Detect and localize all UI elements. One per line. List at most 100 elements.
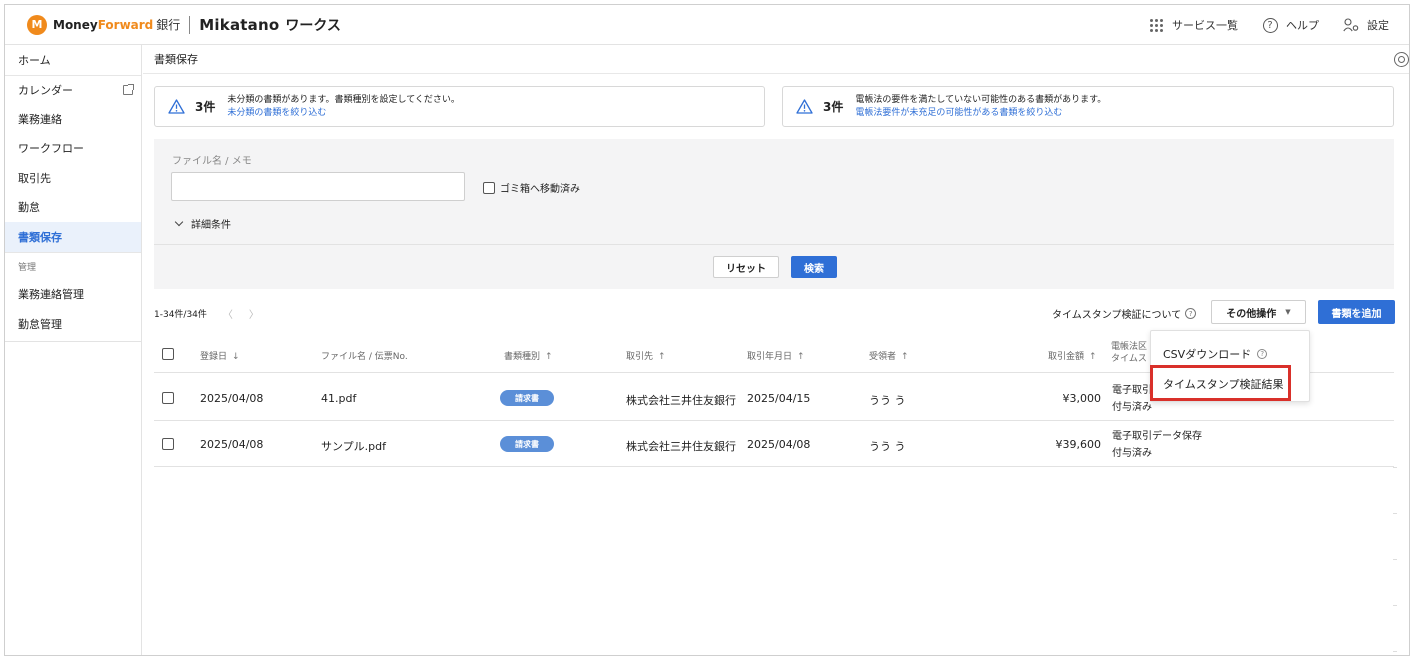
column-doc-type[interactable]: 書類種別 ↑ bbox=[504, 349, 553, 362]
sidebar-item-label: 取引先 bbox=[18, 171, 51, 185]
other-actions-button[interactable]: その他操作 ▼ bbox=[1211, 300, 1306, 324]
menu-item-label: CSVダウンロード bbox=[1163, 348, 1252, 361]
money-forward-logo-icon: M bbox=[27, 14, 47, 35]
row-checkbox[interactable] bbox=[162, 438, 174, 450]
cell-timestamp-status: 付与済み bbox=[1112, 402, 1152, 413]
sort-down-icon: ↓ bbox=[232, 352, 240, 362]
column-label: 取引金額 bbox=[1048, 352, 1085, 362]
cell-amount: ¥3,000 bbox=[1062, 392, 1102, 405]
sidebar-item-label: カレンダー bbox=[18, 83, 73, 97]
column-trade-date[interactable]: 取引年月日 ↑ bbox=[747, 349, 805, 362]
cell-ebook-law: 電子取引データ保存 付与済み bbox=[1112, 428, 1202, 462]
alert-count: 3件 bbox=[195, 100, 216, 114]
sidebar-item-home[interactable]: ホーム bbox=[5, 45, 141, 75]
brand-logo[interactable]: M Money Forward 銀行 Mikatano ワークス bbox=[27, 5, 341, 45]
cell-ebook-law: 電子取引 付与済み bbox=[1112, 382, 1152, 416]
trash-checkbox-label: ゴミ箱へ移動済み bbox=[500, 184, 580, 195]
sidebar-item-partners[interactable]: 取引先 bbox=[5, 163, 141, 193]
highlight-box bbox=[1150, 365, 1291, 401]
next-page-button[interactable]: 〉 bbox=[249, 306, 259, 321]
timestamp-about-label: タイムスタンプ検証について bbox=[1052, 310, 1182, 321]
doc-type-badge: 請求書 bbox=[500, 390, 554, 406]
column-filename[interactable]: ファイル名 / 伝票No. bbox=[321, 349, 408, 362]
prev-page-button[interactable]: 〈 bbox=[223, 306, 233, 321]
caret-down-icon: ▼ bbox=[1285, 308, 1291, 316]
trash-checkbox[interactable]: ゴミ箱へ移動済み bbox=[483, 180, 580, 195]
sidebar-item-label: 書類保存 bbox=[18, 230, 62, 244]
services-menu-button[interactable]: サービス一覧 bbox=[1148, 17, 1238, 33]
column-amount[interactable]: 取引金額 ↑ bbox=[1048, 349, 1097, 362]
detail-conditions-toggle[interactable]: 詳細条件 bbox=[174, 216, 231, 231]
brand-mf-suffix: Forward bbox=[97, 17, 154, 32]
select-all-checkbox[interactable] bbox=[162, 348, 174, 360]
brand-bank: 銀行 bbox=[156, 18, 181, 32]
row-checkbox[interactable] bbox=[162, 392, 174, 404]
cell-filename[interactable]: 41.pdf bbox=[321, 392, 356, 405]
help-icon: ? bbox=[1185, 308, 1197, 319]
settings-button[interactable]: 設定 bbox=[1343, 17, 1389, 33]
sort-up-icon: ↑ bbox=[545, 352, 553, 362]
column-partner[interactable]: 取引先 ↑ bbox=[626, 349, 666, 362]
sidebar-item-workflow[interactable]: ワークフロー bbox=[5, 134, 141, 164]
cell-filename[interactable]: サンプル.pdf bbox=[321, 438, 386, 454]
filter-law-unmet-link[interactable]: 電帳法要件が未充足の可能性がある書類を絞り込む bbox=[855, 107, 1106, 120]
table-row[interactable]: 2025/04/08 サンプル.pdf 請求書 株式会社三井住友銀行 2025/… bbox=[154, 421, 1394, 467]
column-label: 取引先 bbox=[626, 352, 654, 362]
column-label: 書類種別 bbox=[504, 352, 541, 362]
column-ebook-law[interactable]: 電帳法区 タイムス bbox=[1111, 341, 1147, 365]
column-receiver[interactable]: 受領者 ↑ bbox=[869, 349, 909, 362]
cell-registered: 2025/04/08 bbox=[200, 438, 264, 451]
other-actions-label: その他操作 bbox=[1226, 308, 1277, 320]
csv-download-menu-item[interactable]: CSVダウンロード ? bbox=[1163, 346, 1268, 362]
filename-memo-input[interactable] bbox=[171, 172, 465, 201]
sidebar-item-business-contact[interactable]: 業務連絡 bbox=[5, 104, 141, 134]
sidebar-item-label: ホーム bbox=[18, 53, 51, 67]
top-header: M Money Forward 銀行 Mikatano ワークス サービス一覧 … bbox=[5, 5, 1409, 45]
help-label: ヘルプ bbox=[1286, 19, 1319, 32]
sort-up-icon: ↑ bbox=[901, 352, 909, 362]
sidebar: ホーム カレンダー 業務連絡 ワークフロー 取引先 勤怠 書類保存 管理 業務連… bbox=[5, 45, 142, 655]
column-registered[interactable]: 登録日 ↓ bbox=[200, 349, 240, 362]
cell-registered: 2025/04/08 bbox=[200, 392, 264, 405]
gear-icon[interactable] bbox=[1394, 52, 1409, 67]
column-label: 電帳法区 bbox=[1111, 342, 1148, 352]
search-button[interactable]: 検索 bbox=[791, 256, 837, 278]
sidebar-item-label: 業務連絡管理 bbox=[18, 288, 84, 302]
alert-message: 未分類の書類があります。書類種別を設定してください。 bbox=[227, 94, 460, 105]
help-button[interactable]: ? ヘルプ bbox=[1262, 17, 1319, 33]
services-label: サービス一覧 bbox=[1172, 19, 1238, 32]
filename-memo-label: ファイル名 / メモ bbox=[172, 156, 252, 167]
add-document-button[interactable]: 書類を追加 bbox=[1318, 300, 1395, 324]
alert-message: 電帳法の要件を満たしていない可能性のある書類があります。 bbox=[855, 94, 1107, 105]
app-window: M Money Forward 銀行 Mikatano ワークス サービス一覧 … bbox=[4, 4, 1410, 656]
sidebar-item-business-contact-admin[interactable]: 業務連絡管理 bbox=[5, 280, 141, 310]
brand-product: Mikatano bbox=[199, 15, 280, 34]
external-link-icon bbox=[123, 83, 134, 95]
grid-icon bbox=[1148, 17, 1164, 33]
sidebar-item-attendance[interactable]: 勤怠 bbox=[5, 193, 141, 223]
cell-partner: 株式会社三井住友銀行 bbox=[626, 440, 736, 453]
column-label: 登録日 bbox=[200, 352, 228, 362]
alert-unclassified: 3件 未分類の書類があります。書類種別を設定してください。 未分類の書類を絞り込… bbox=[154, 86, 765, 127]
cell-receiver: うう う bbox=[869, 394, 906, 407]
page-title-bar: 書類保存 bbox=[143, 45, 1409, 74]
brand-divider bbox=[189, 15, 191, 34]
sidebar-divider bbox=[5, 341, 142, 342]
sidebar-item-calendar[interactable]: カレンダー bbox=[5, 74, 141, 105]
main-content: 書類保存 3件 未分類の書類があります。書類種別を設定してください。 未分類の書… bbox=[143, 45, 1409, 655]
cell-partner: 株式会社三井住友銀行 bbox=[626, 394, 736, 407]
detail-conditions-label: 詳細条件 bbox=[191, 220, 231, 231]
sidebar-item-document-storage[interactable]: 書類保存 bbox=[5, 222, 141, 252]
warning-icon bbox=[168, 99, 185, 114]
cell-trade-date: 2025/04/15 bbox=[747, 392, 811, 405]
cell-law-type: 電子取引データ保存 bbox=[1112, 431, 1202, 442]
sidebar-item-attendance-admin[interactable]: 勤怠管理 bbox=[5, 309, 141, 339]
doc-type-badge: 請求書 bbox=[500, 436, 554, 452]
sort-up-icon: ↑ bbox=[797, 352, 805, 362]
sort-up-icon: ↑ bbox=[1089, 352, 1097, 362]
brand-mf-prefix: Money bbox=[53, 17, 98, 32]
timestamp-about-link[interactable]: タイムスタンプ検証について ? bbox=[1052, 306, 1197, 321]
filter-unclassified-link[interactable]: 未分類の書類を絞り込む bbox=[227, 107, 460, 120]
column-label: 取引年月日 bbox=[747, 352, 793, 362]
reset-button[interactable]: リセット bbox=[713, 256, 779, 278]
